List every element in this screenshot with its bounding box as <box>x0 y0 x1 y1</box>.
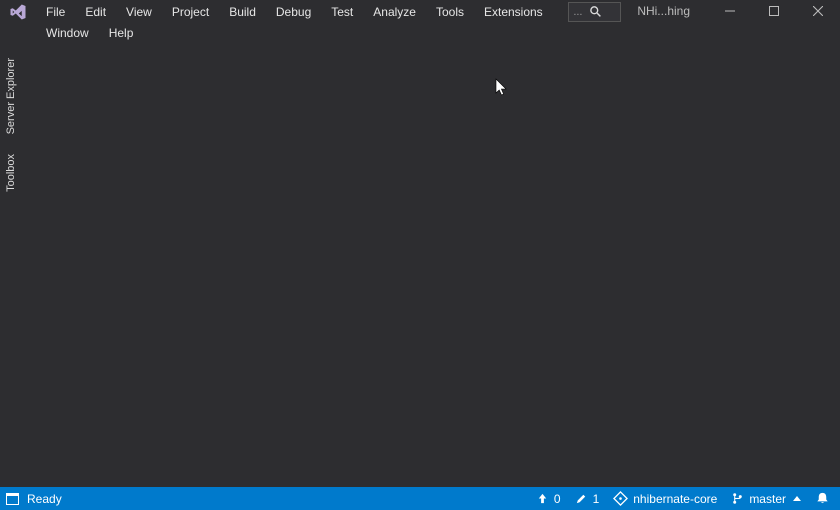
menu-analyze[interactable]: Analyze <box>363 2 426 23</box>
pending-changes[interactable]: 1 <box>575 492 600 506</box>
pending-count: 1 <box>593 492 600 506</box>
chevron-up-icon <box>793 496 801 501</box>
window-title: NHi...hing <box>629 4 708 18</box>
vs-logo-icon[interactable] <box>0 1 36 23</box>
status-ready: Ready <box>27 492 62 506</box>
menu-tools[interactable]: Tools <box>426 2 474 23</box>
menu-help[interactable]: Help <box>99 23 144 44</box>
editor-area <box>22 42 840 487</box>
tab-toolbox[interactable]: Toolbox <box>3 148 19 198</box>
pencil-icon <box>575 492 588 505</box>
quick-launch-search[interactable]: ... <box>568 2 621 22</box>
unpushed-commits[interactable]: 0 <box>536 492 561 506</box>
menu-extensions[interactable]: Extensions <box>474 2 553 23</box>
maximize-button[interactable] <box>752 0 796 22</box>
tab-server-explorer[interactable]: Server Explorer <box>3 52 19 140</box>
menu-bar: File Edit View Project Build Debug Test … <box>36 0 556 42</box>
unpushed-count: 0 <box>554 492 561 506</box>
search-icon <box>584 3 606 21</box>
menu-build[interactable]: Build <box>219 2 266 23</box>
repo-name: nhibernate-core <box>633 492 717 506</box>
close-button[interactable] <box>796 0 840 22</box>
up-arrow-icon <box>536 492 549 505</box>
status-bar: Ready 0 1 nhibernate-core master <box>0 487 840 510</box>
menu-debug[interactable]: Debug <box>266 2 321 23</box>
menu-view[interactable]: View <box>116 2 162 23</box>
menu-file[interactable]: File <box>36 2 75 23</box>
repo-icon <box>613 491 628 506</box>
minimize-button[interactable] <box>708 0 752 22</box>
bell-icon <box>815 491 830 506</box>
branch-icon <box>731 492 744 505</box>
branch[interactable]: master <box>731 492 801 506</box>
branch-name: master <box>749 492 786 506</box>
mouse-cursor-icon <box>495 78 509 101</box>
notifications[interactable] <box>815 491 830 506</box>
ellipsis-text: ... <box>569 6 584 18</box>
menu-edit[interactable]: Edit <box>75 2 116 23</box>
menu-test[interactable]: Test <box>321 2 363 23</box>
menu-window[interactable]: Window <box>36 23 99 44</box>
repository[interactable]: nhibernate-core <box>613 491 717 506</box>
side-tab-well: Server Explorer Toolbox <box>0 42 22 487</box>
window-management-icon[interactable] <box>6 493 19 505</box>
menu-project[interactable]: Project <box>162 2 219 23</box>
